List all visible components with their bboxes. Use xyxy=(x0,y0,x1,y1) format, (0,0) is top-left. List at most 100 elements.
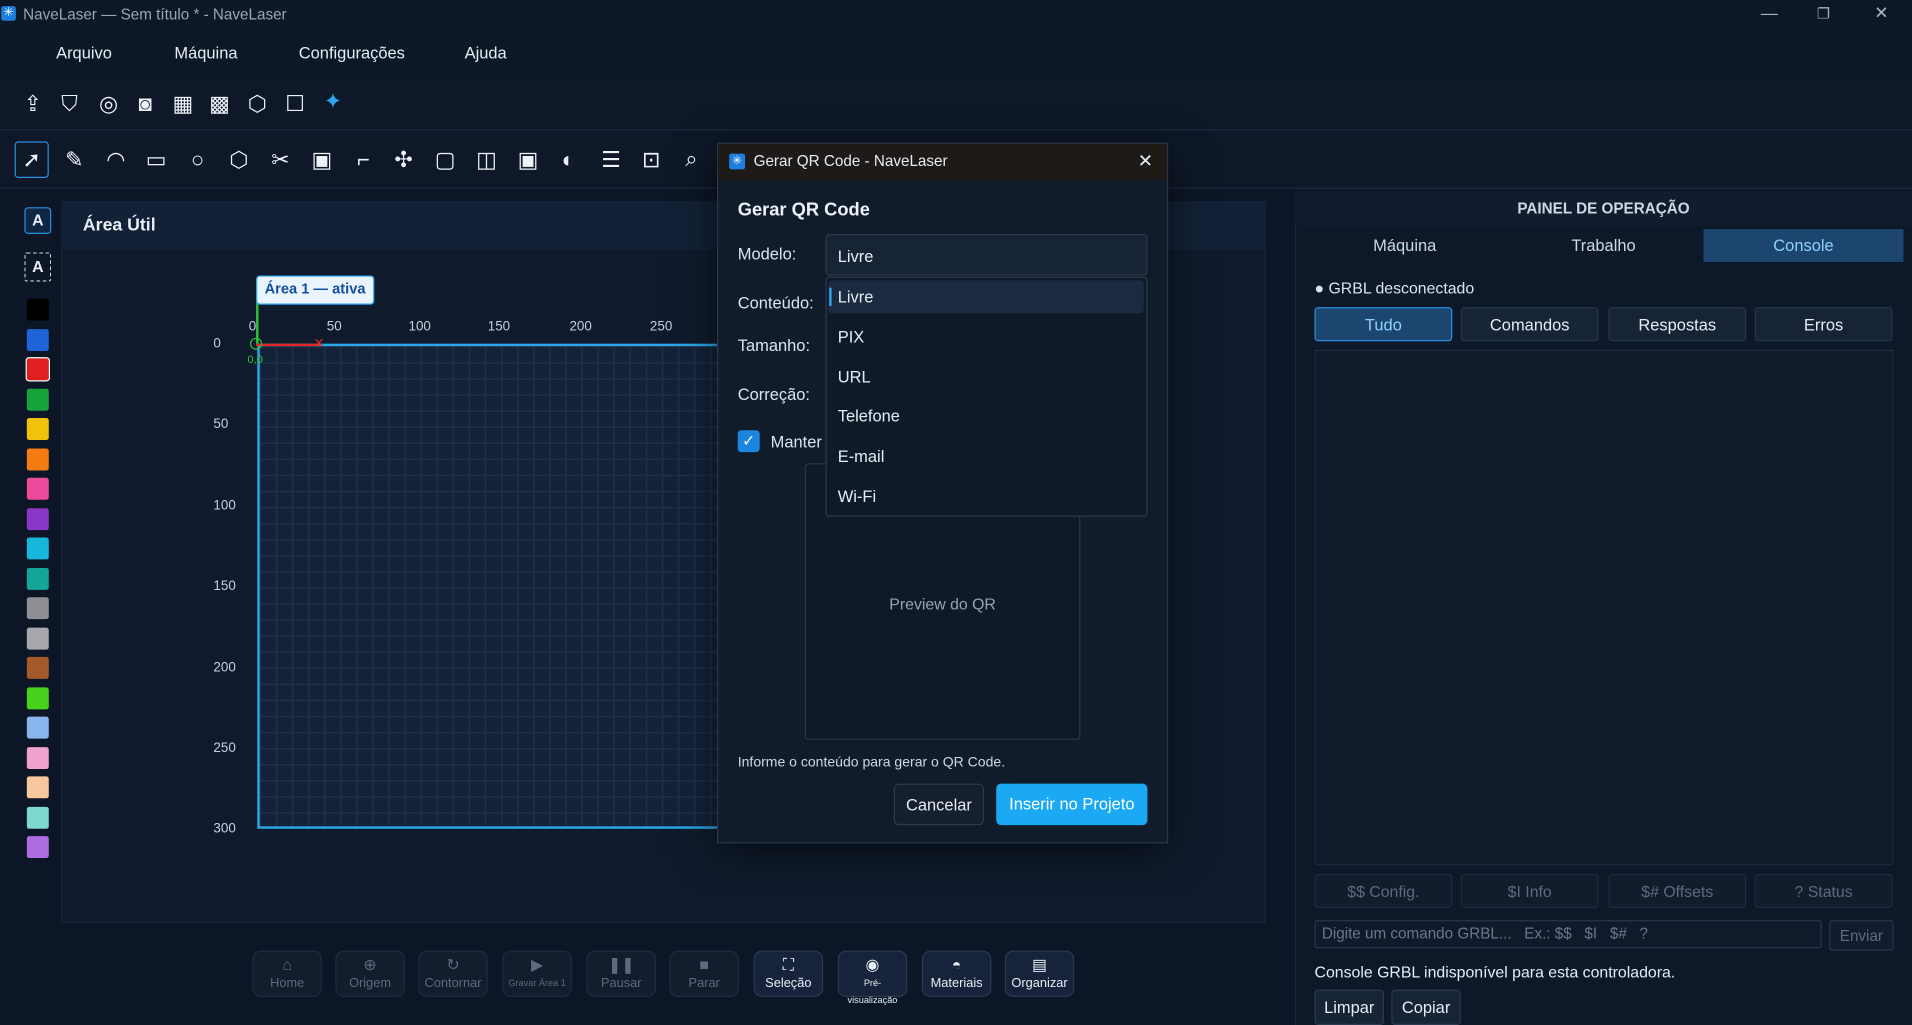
send-button[interactable]: Enviar xyxy=(1829,920,1894,951)
color-swatch[interactable] xyxy=(26,388,49,411)
keep-checkbox[interactable]: ✓ xyxy=(737,430,760,453)
maximize-button[interactable]: ❐ xyxy=(1817,5,1830,22)
dialog-heading: Gerar QR Code xyxy=(737,199,870,221)
color-swatch[interactable] xyxy=(26,418,49,440)
camera-overlay-icon[interactable]: ⊡ xyxy=(635,144,667,176)
engrave-icon[interactable]: ⛉ xyxy=(54,88,86,120)
offsets-command-button[interactable]: $# Offsets xyxy=(1608,873,1747,908)
minimize-button[interactable]: — xyxy=(1761,2,1778,22)
dropdown-option[interactable]: URL xyxy=(838,368,871,386)
pen-tool-icon[interactable]: ✎ xyxy=(59,144,91,176)
bottom-button-selection[interactable]: ⛶ Seleção xyxy=(753,950,824,997)
camera-icon[interactable]: ◙ xyxy=(129,88,161,120)
tab-maquina[interactable]: Máquina xyxy=(1305,229,1505,262)
dropdown-option[interactable]: Livre xyxy=(838,288,874,306)
color-swatch[interactable] xyxy=(26,806,49,829)
bottom-button-play[interactable]: ▶ Gravar Área 1 xyxy=(502,950,572,997)
bottom-button-stop[interactable]: ■ Parar xyxy=(669,950,739,997)
text-frame-tool-button[interactable]: A xyxy=(24,252,52,282)
qr-code-icon[interactable]: ▩ xyxy=(204,88,236,120)
status-command-button[interactable]: ? Status xyxy=(1754,873,1893,908)
grbl-command-input[interactable]: Digite um comando GRBL... Ex.: $$ $I $# … xyxy=(1314,920,1822,949)
bounding-box-icon[interactable]: ▢ xyxy=(429,144,461,176)
model-label: Modelo: xyxy=(737,244,797,264)
tab-console[interactable]: Console xyxy=(1703,229,1904,263)
align-icon[interactable]: ☰ xyxy=(595,144,627,176)
materials-icon: ◓ xyxy=(951,955,962,974)
export-icon[interactable]: ⇪ xyxy=(17,88,49,120)
offset-icon[interactable]: ▣ xyxy=(512,144,544,176)
cube-icon[interactable]: ⬡ xyxy=(241,88,273,120)
grid-array-icon[interactable]: ▦ xyxy=(167,88,199,120)
color-swatch[interactable] xyxy=(26,477,49,500)
bottom-button-organize[interactable]: ▤ Organizar xyxy=(1004,950,1075,997)
close-window-button[interactable]: ✕ xyxy=(1874,2,1888,23)
mirror-icon[interactable]: ◐ xyxy=(552,144,584,176)
ellipse-tool-icon[interactable]: ○ xyxy=(182,144,214,176)
rotary-icon[interactable]: ◎ xyxy=(93,88,125,120)
clear-console-button[interactable]: Limpar xyxy=(1314,989,1385,1025)
dialog-title-bar: ✳ Gerar QR Code - NaveLaser ✕ xyxy=(718,143,1167,181)
filter-erros[interactable]: Erros xyxy=(1754,307,1893,342)
menu-ajuda[interactable]: Ajuda xyxy=(465,44,507,62)
menu-maquina[interactable]: Máquina xyxy=(174,44,237,62)
bottom-button-eye[interactable]: ◉ Pré-visualização xyxy=(837,950,908,1006)
dropdown-option[interactable]: Telefone xyxy=(838,408,900,426)
menu-configuracoes[interactable]: Configurações xyxy=(299,44,405,62)
bottom-button-crosshair[interactable]: ⊕ Origem xyxy=(335,950,405,997)
dropdown-option[interactable]: PIX xyxy=(838,328,865,346)
text-tool-button[interactable]: A xyxy=(24,207,52,235)
config-command-button[interactable]: $$ Config. xyxy=(1314,873,1453,908)
color-swatch[interactable] xyxy=(26,716,49,739)
color-swatch[interactable] xyxy=(26,656,49,679)
bottom-button-home[interactable]: ⌂ Home xyxy=(252,950,322,997)
color-swatch[interactable] xyxy=(26,686,49,709)
color-swatch[interactable] xyxy=(26,298,49,321)
node-edit-icon[interactable]: ✣ xyxy=(388,144,420,176)
new-canvas-icon[interactable]: ☐ xyxy=(279,88,311,120)
filter-comandos[interactable]: Comandos xyxy=(1460,307,1599,342)
dialog-title: Gerar QR Code - NaveLaser xyxy=(753,152,948,170)
model-select[interactable]: Livre xyxy=(825,234,1148,276)
color-swatch[interactable] xyxy=(26,836,49,859)
ai-magic-icon[interactable]: ✦ xyxy=(317,85,349,117)
dropdown-option[interactable]: E-mail xyxy=(838,448,885,466)
color-swatch[interactable] xyxy=(26,447,49,470)
y-tick-label: 0 xyxy=(213,336,221,352)
info-command-button[interactable]: $I Info xyxy=(1460,873,1599,908)
filter-respostas[interactable]: Respostas xyxy=(1608,307,1747,342)
color-swatch[interactable] xyxy=(26,567,49,590)
zoom-icon[interactable]: ⌕ xyxy=(676,143,708,175)
polygon-tool-icon[interactable]: ⬡ xyxy=(223,144,255,176)
tab-trabalho[interactable]: Trabalho xyxy=(1504,229,1704,262)
color-swatch[interactable] xyxy=(26,776,49,799)
copy-console-button[interactable]: Copiar xyxy=(1391,989,1461,1025)
color-swatch[interactable] xyxy=(25,357,50,382)
dropdown-option[interactable]: Wi-Fi xyxy=(838,488,876,506)
color-swatch[interactable] xyxy=(26,746,49,769)
image-tool-icon[interactable]: ▣ xyxy=(306,144,338,176)
arc-tool-icon[interactable]: ◠ xyxy=(100,144,132,176)
color-swatch[interactable] xyxy=(26,597,49,620)
work-area-grid[interactable] xyxy=(257,343,721,829)
corner-round-icon[interactable]: ◫ xyxy=(471,144,503,176)
color-swatch[interactable] xyxy=(26,507,49,530)
menu-arquivo[interactable]: Arquivo xyxy=(56,44,112,62)
bottom-button-pause[interactable]: ❚❚ Pausar xyxy=(586,950,657,997)
insert-button[interactable]: Inserir no Projeto xyxy=(996,783,1148,826)
color-swatch[interactable] xyxy=(26,537,49,560)
cancel-button[interactable]: Cancelar xyxy=(893,783,985,826)
bottom-button-refresh[interactable]: ↻ Contornar xyxy=(418,950,488,997)
color-swatch[interactable] xyxy=(26,328,49,351)
crop-tool-icon[interactable]: ⌐ xyxy=(348,144,380,176)
rectangle-tool-icon[interactable]: ▭ xyxy=(140,144,172,176)
active-area-badge[interactable]: Área 1 — ativa xyxy=(256,275,375,305)
filter-tudo[interactable]: Tudo xyxy=(1314,307,1453,342)
x-tick-label: 250 xyxy=(649,319,673,334)
color-swatch[interactable] xyxy=(26,627,49,650)
select-tool-icon[interactable]: ➚ xyxy=(14,141,49,178)
console-output[interactable] xyxy=(1314,349,1894,866)
bottom-button-materials[interactable]: ◓ Materiais xyxy=(921,950,992,997)
scissors-tool-icon[interactable]: ✂ xyxy=(265,144,297,176)
dialog-close-icon[interactable]: ✕ xyxy=(1138,150,1153,172)
